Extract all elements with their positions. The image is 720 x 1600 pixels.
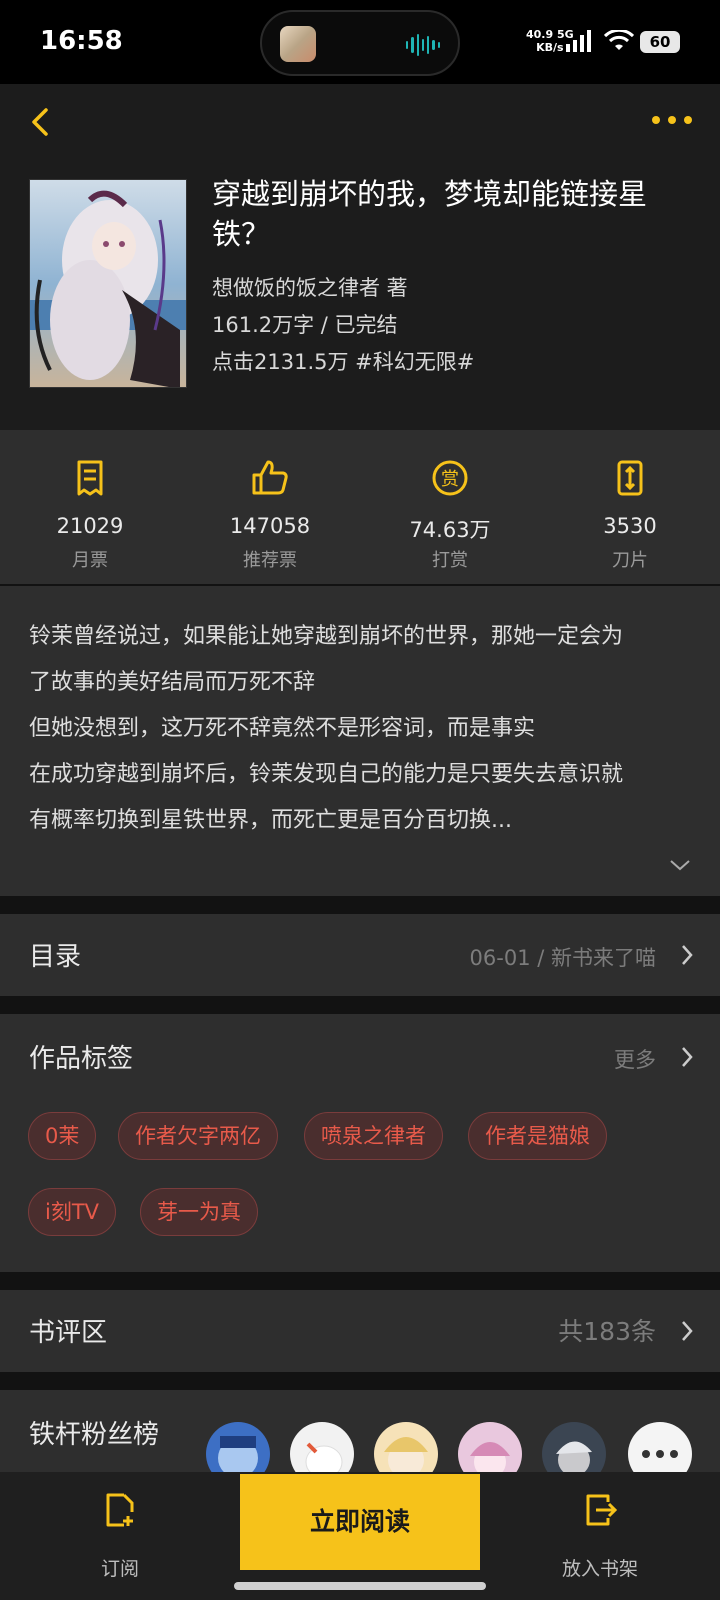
svg-text:赏: 赏 [441, 469, 459, 490]
book-word-count-status: 161.2万字 / 已完结 [212, 313, 398, 337]
book-author[interactable]: 想做饭的饭之律者 著 [212, 272, 408, 302]
synopsis-line: 但她没想到，这万死不辞竟然不是形容词，而是事实 [29, 716, 536, 741]
stat-value: 147058 [229, 514, 311, 538]
stat-value: 74.63万 [409, 518, 491, 542]
stat-label: 刀片 [612, 550, 648, 571]
book-header: 穿越到崩坏的我，梦境却能链接星铁？ 想做饭的饭之律者 著 161.2万字 / 已… [0, 84, 720, 430]
stat-label: 打赏 [432, 550, 468, 571]
reward-icon: 赏 [432, 460, 468, 496]
chevron-down-icon[interactable] [668, 858, 692, 872]
signal-icon [566, 30, 591, 52]
synopsis-line: 铃茉曾经说过，如果能让她穿越到崩坏的世界，那她一定会为 [29, 624, 624, 649]
synopsis-text: 铃茉曾经说过，如果能让她穿越到崩坏的世界，那她一定会为 了故事的美好结局而万死不… [29, 614, 699, 844]
blade-icon [617, 460, 643, 496]
stat-value: 3530 [603, 514, 657, 538]
stats-bar: 21029 月票 147058 推荐票 赏 74.63万 打赏 3530 刀片 [0, 430, 720, 584]
book-clicks-category: 点击2131.5万 #科幻无限# [212, 350, 475, 374]
tags-section: 作品标签 更多 0茉 作者欠字两亿 喷泉之律者 作者是猫娘 i刻TV 芽一为真 [0, 1014, 720, 1272]
status-bar: 16:58 40.9 5G KB/s 60 [0, 0, 720, 84]
book-cover[interactable] [29, 179, 187, 388]
chevron-right-icon [682, 945, 693, 965]
stat-reward[interactable]: 赏 74.63万 打赏 [360, 430, 540, 584]
now-playing-thumbnail [280, 26, 316, 62]
tags-title: 作品标签 [29, 1044, 134, 1074]
synopsis-line: 在成功穿越到崩坏后，铃茉发现自己的能力是只要失去意识就 [29, 762, 624, 787]
tag-chip[interactable]: 作者是猫娘 [468, 1112, 607, 1160]
battery-icon: 60 [640, 31, 680, 53]
fans-ranking-row[interactable]: 铁杆粉丝榜 [0, 1390, 720, 1480]
thumbs-up-icon [252, 460, 288, 495]
dynamic-island[interactable] [260, 10, 460, 76]
book-title: 穿越到崩坏的我，梦境却能链接星铁？ [212, 177, 648, 251]
read-now-button[interactable]: 立即阅读 [240, 1474, 480, 1570]
fans-title: 铁杆粉丝榜 [29, 1420, 160, 1450]
chevron-right-icon[interactable] [680, 1046, 694, 1068]
stat-value: 21029 [56, 514, 124, 538]
stat-recommend-ticket[interactable]: 147058 推荐票 [180, 430, 360, 584]
toc-latest-chapter: 06-01 / 新书来了喵 [469, 946, 656, 970]
chevron-right-icon [682, 1321, 693, 1341]
synopsis-line: 了故事的美好结局而万死不辞 [29, 670, 316, 695]
subscribe-icon [106, 1493, 134, 1527]
stat-monthly-ticket[interactable]: 21029 月票 [0, 430, 180, 584]
tag-chip[interactable]: i刻TV [28, 1188, 117, 1236]
home-indicator[interactable] [234, 1582, 486, 1590]
wifi-icon [604, 30, 634, 50]
toc-row[interactable]: 目录 06-01 / 新书来了喵 [0, 914, 720, 996]
subscribe-label: 订阅 [100, 1558, 139, 1580]
audio-wave-icon [406, 34, 440, 56]
review-count: 共183条 [558, 1317, 656, 1346]
add-to-shelf-label: 放入书架 [561, 1558, 638, 1580]
subscribe-button[interactable]: 订阅 [0, 1472, 240, 1590]
ticket-icon [77, 460, 103, 496]
tag-chip[interactable]: 芽一为真 [140, 1188, 258, 1236]
tags-more-link[interactable]: 更多 [614, 1044, 656, 1074]
synopsis-line: 有概率切换到星铁世界，而死亡更是百分百切换... [29, 808, 512, 833]
review-title: 书评区 [29, 1318, 108, 1348]
stat-label: 推荐票 [243, 550, 297, 571]
stat-blade[interactable]: 3530 刀片 [540, 430, 720, 584]
bottom-action-bar: 订阅 立即阅读 放入书架 [0, 1472, 720, 1600]
toc-title: 目录 [29, 942, 82, 972]
tag-chip[interactable]: 喷泉之律者 [304, 1112, 443, 1160]
status-time: 16:58 [40, 26, 123, 56]
add-to-shelf-button[interactable]: 放入书架 [480, 1472, 720, 1590]
more-options-icon[interactable] [650, 110, 694, 130]
stat-label: 月票 [72, 550, 108, 571]
tag-chip[interactable]: 作者欠字两亿 [118, 1112, 278, 1160]
synopsis[interactable]: 铃茉曾经说过，如果能让她穿越到崩坏的世界，那她一定会为 了故事的美好结局而万死不… [0, 586, 720, 896]
tag-chip[interactable]: 0茉 [28, 1112, 97, 1160]
bookshelf-add-icon [586, 1494, 618, 1526]
review-row[interactable]: 书评区 共183条 [0, 1290, 720, 1372]
back-icon[interactable] [24, 104, 60, 140]
